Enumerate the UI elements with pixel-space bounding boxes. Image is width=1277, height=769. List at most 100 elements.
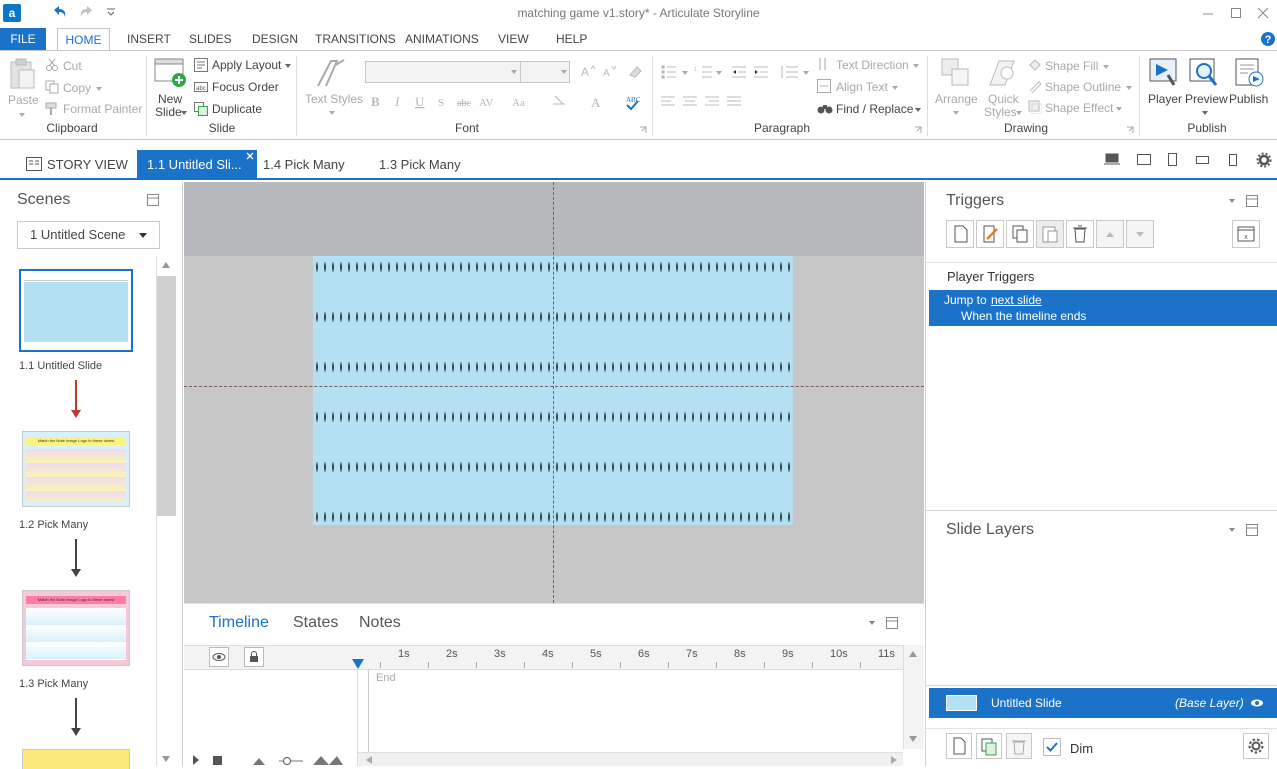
tab-insert[interactable]: INSERT	[127, 28, 171, 50]
line-spacing-icon	[781, 66, 798, 78]
paste-trigger-button[interactable]	[1036, 220, 1064, 248]
new-layer-button[interactable]	[946, 733, 972, 759]
dock-icon[interactable]	[1246, 524, 1258, 536]
move-down-button[interactable]	[1126, 220, 1154, 248]
variables-button[interactable]: x	[1232, 220, 1260, 248]
eye-icon[interactable]	[1250, 697, 1264, 709]
duplicate-button[interactable]: Duplicate	[212, 102, 262, 116]
slide-thumbnail-1-1[interactable]	[19, 269, 133, 352]
clear-formatting-icon[interactable]	[627, 64, 643, 78]
text-styles-button[interactable]: Text Styles	[305, 92, 363, 106]
paste-button[interactable]: Paste	[8, 93, 39, 107]
dim-checkbox[interactable]	[1043, 738, 1061, 756]
tab-view[interactable]: VIEW	[498, 28, 529, 50]
zoom-out-icon	[253, 758, 265, 765]
timeline-hscrollbar[interactable]	[358, 752, 903, 766]
quick-styles-label-1[interactable]: Quick	[988, 92, 1019, 106]
dock-icon[interactable]	[1246, 195, 1258, 207]
help-icon[interactable]: ?	[1260, 31, 1276, 47]
shape-fill-button[interactable]: Shape Fill	[1045, 59, 1098, 73]
close-tab-icon[interactable]	[245, 151, 255, 161]
scroll-up-icon[interactable]	[162, 262, 170, 268]
scroll-down-icon[interactable]	[162, 756, 170, 762]
tab-story-view[interactable]: STORY VIEW	[47, 150, 128, 180]
new-slide-label-1[interactable]: New	[158, 92, 182, 106]
tab-design[interactable]: DESIGN	[252, 28, 298, 50]
tab-1-3-pick-many[interactable]: 1.3 Pick Many	[379, 150, 461, 180]
format-painter-button[interactable]: Format Painter	[63, 102, 142, 116]
duplicate-icon	[194, 102, 208, 116]
numbering-icon: 1	[694, 66, 712, 78]
apply-layout-button[interactable]: Apply Layout	[212, 58, 281, 72]
slide-thumbnail-1-4[interactable]	[22, 749, 130, 769]
change-case-icon: Aa	[512, 97, 525, 109]
tab-states[interactable]: States	[293, 614, 338, 632]
tab-slides[interactable]: SLIDES	[189, 28, 232, 50]
lock-icon[interactable]	[244, 647, 264, 667]
playhead-icon[interactable]	[352, 659, 364, 669]
new-trigger-button[interactable]	[946, 220, 974, 248]
preview-button[interactable]: Preview	[1185, 92, 1228, 106]
quick-styles-label-2[interactable]: Styles	[984, 105, 1017, 119]
tab-timeline[interactable]: Timeline	[209, 614, 269, 632]
edit-trigger-button[interactable]	[976, 220, 1004, 248]
tab-home[interactable]: HOME	[57, 28, 110, 51]
player-button[interactable]: Player	[1148, 92, 1182, 106]
scroll-down-icon[interactable]	[909, 736, 917, 742]
trigger-target-link[interactable]: next slide	[991, 293, 1042, 307]
vertical-guide[interactable]	[553, 182, 554, 603]
shape-effect-button[interactable]: Shape Effect	[1045, 101, 1114, 115]
arrange-button[interactable]: Arrange	[935, 92, 978, 106]
layer-settings-button[interactable]	[1243, 733, 1269, 759]
dock-icon[interactable]	[886, 617, 898, 629]
shrink-font-icon[interactable]: A	[602, 64, 618, 78]
tab-transitions[interactable]: TRANSITIONS	[315, 28, 396, 50]
tab-active-slide[interactable]: 1.1 Untitled Sli...	[137, 150, 257, 180]
copy-icon	[45, 80, 59, 94]
chevron-down-icon	[913, 64, 919, 68]
move-up-button[interactable]	[1096, 220, 1124, 248]
tab-1-4-pick-many[interactable]: 1.4 Pick Many	[263, 150, 345, 180]
tab-notes[interactable]: Notes	[359, 614, 401, 632]
shape-outline-button[interactable]: Shape Outline	[1045, 80, 1121, 94]
maximize-icon[interactable]	[1229, 6, 1243, 20]
dialog-launcher-icon[interactable]	[914, 126, 922, 134]
dock-icon[interactable]	[147, 194, 159, 206]
delete-layer-button[interactable]	[1006, 733, 1032, 759]
tab-file[interactable]: FILE	[0, 28, 46, 50]
duplicate-layer-button[interactable]	[976, 733, 1002, 759]
cut-button[interactable]: Cut	[63, 59, 82, 73]
font-format-icons: B I U S abc AV Aa A ABC	[369, 93, 649, 111]
chevron-down-icon[interactable]	[1229, 528, 1235, 532]
svg-text:x: x	[1244, 234, 1248, 241]
close-icon[interactable]	[1256, 6, 1270, 20]
tab-help[interactable]: HELP	[556, 28, 587, 50]
find-replace-button[interactable]: Find / Replace	[836, 102, 913, 116]
horizontal-guide[interactable]	[184, 386, 924, 387]
chevron-down-icon[interactable]	[1229, 199, 1235, 203]
minimize-icon[interactable]	[1201, 6, 1215, 20]
dialog-launcher-icon[interactable]	[639, 126, 647, 134]
text-direction-button[interactable]: Text Direction	[836, 58, 909, 72]
delete-trigger-button[interactable]	[1066, 220, 1094, 248]
chevron-down-icon[interactable]	[869, 621, 875, 625]
justify-icon	[727, 96, 741, 106]
eye-icon[interactable]	[209, 647, 229, 667]
tab-animations[interactable]: ANIMATIONS	[405, 28, 479, 50]
layer-tag: (Base Layer)	[1175, 696, 1244, 710]
align-text-button[interactable]: Align Text	[836, 80, 888, 94]
scroll-up-icon[interactable]	[909, 651, 917, 657]
trigger-condition: When the timeline ends	[961, 309, 1087, 323]
dialog-launcher-icon[interactable]	[1126, 126, 1134, 134]
timeline-scrollbar[interactable]	[903, 645, 924, 749]
scrollbar-thumb[interactable]	[157, 276, 176, 516]
copy-trigger-button[interactable]	[1006, 220, 1034, 248]
grow-font-icon[interactable]: A	[580, 64, 596, 78]
publish-button[interactable]: Publish	[1229, 92, 1268, 106]
scroll-left-icon[interactable]	[366, 756, 372, 764]
copy-button[interactable]: Copy	[63, 81, 91, 95]
scroll-right-icon[interactable]	[891, 756, 897, 764]
focus-order-button[interactable]: Focus Order	[212, 80, 279, 94]
font-family-select[interactable]	[365, 61, 521, 83]
new-slide-label-2[interactable]: Slide	[155, 105, 182, 119]
